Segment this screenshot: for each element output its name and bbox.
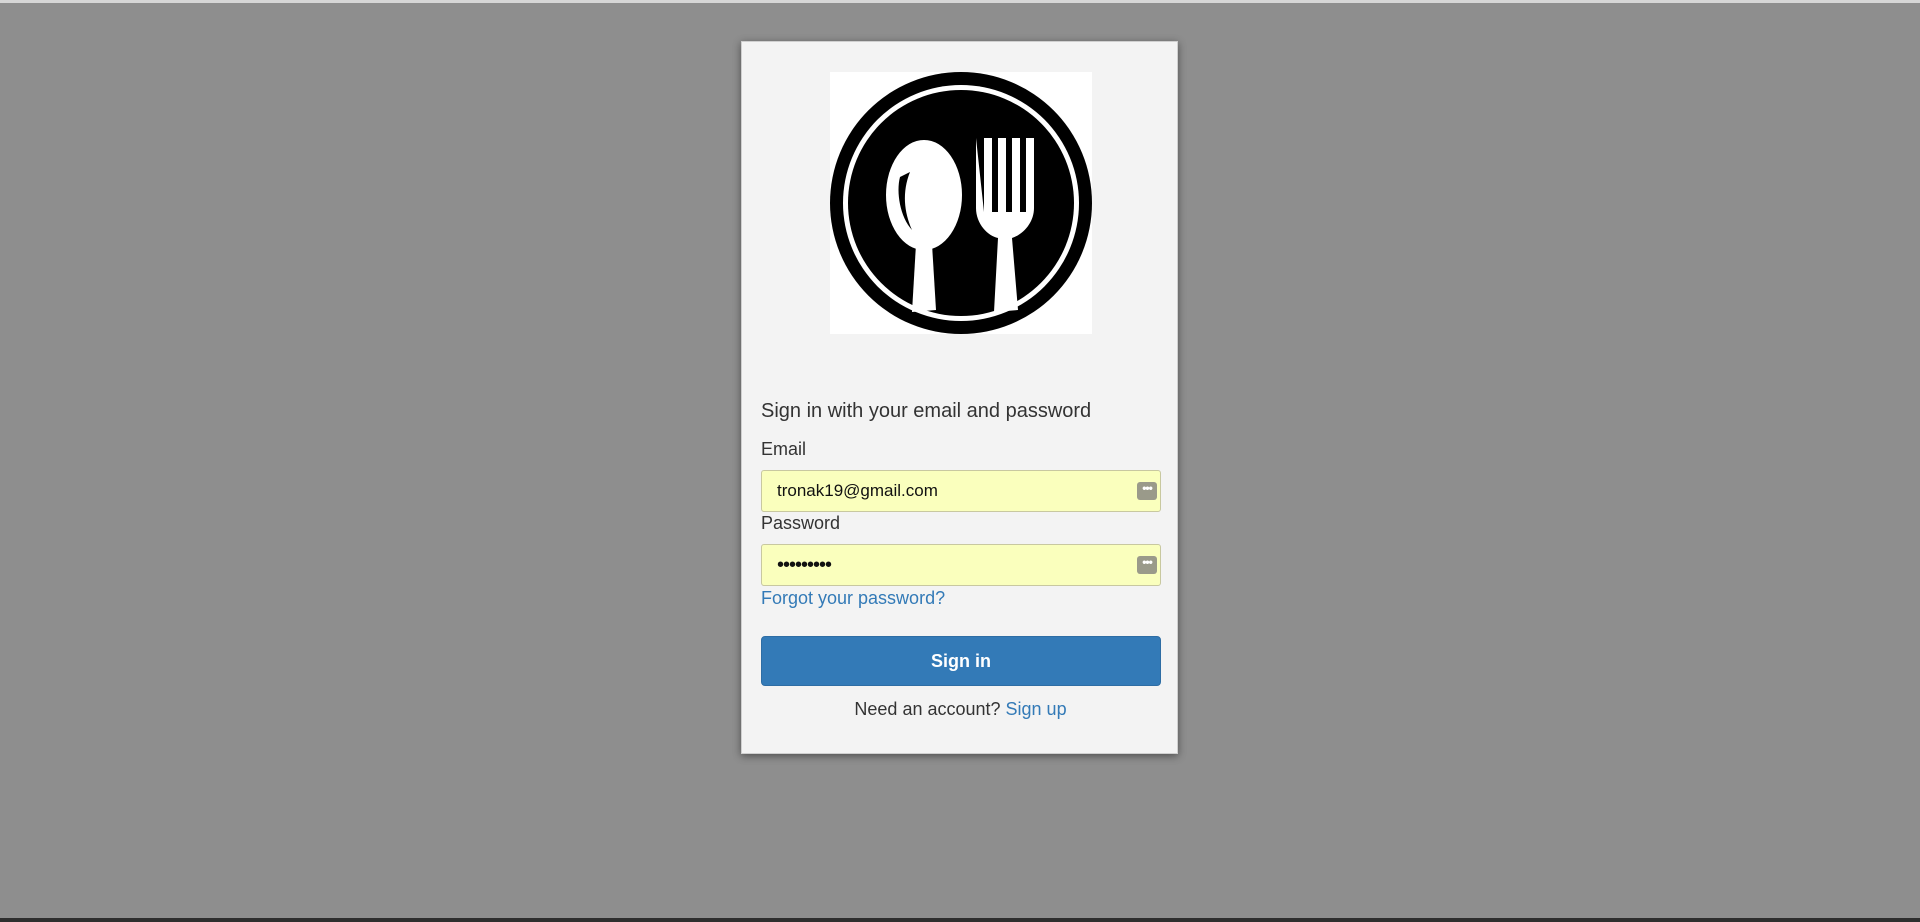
signin-button[interactable]: Sign in <box>761 636 1161 686</box>
signin-heading: Sign in with your email and password <box>761 400 1092 422</box>
forgot-password-link[interactable]: Forgot your password? <box>761 588 945 609</box>
browser-top-border <box>0 0 1920 3</box>
need-account-text: Need an account? <box>854 699 1006 719</box>
browser-bottom-bar <box>0 918 1920 922</box>
autofill-key-icon[interactable]: ••• <box>1137 556 1157 574</box>
email-label: Email <box>761 439 807 459</box>
password-label: Password <box>761 513 841 533</box>
signup-link[interactable]: Sign up <box>1006 699 1067 719</box>
autofill-key-icon[interactable]: ••• <box>1137 482 1157 500</box>
login-card: Sign in with your email and password Ema… <box>741 41 1178 754</box>
email-field[interactable] <box>761 470 1161 512</box>
restaurant-logo <box>830 72 1092 334</box>
spoon-fork-logo-icon <box>830 72 1092 334</box>
password-field[interactable] <box>761 544 1161 586</box>
signup-prompt: Need an account? Sign up <box>742 699 1179 720</box>
